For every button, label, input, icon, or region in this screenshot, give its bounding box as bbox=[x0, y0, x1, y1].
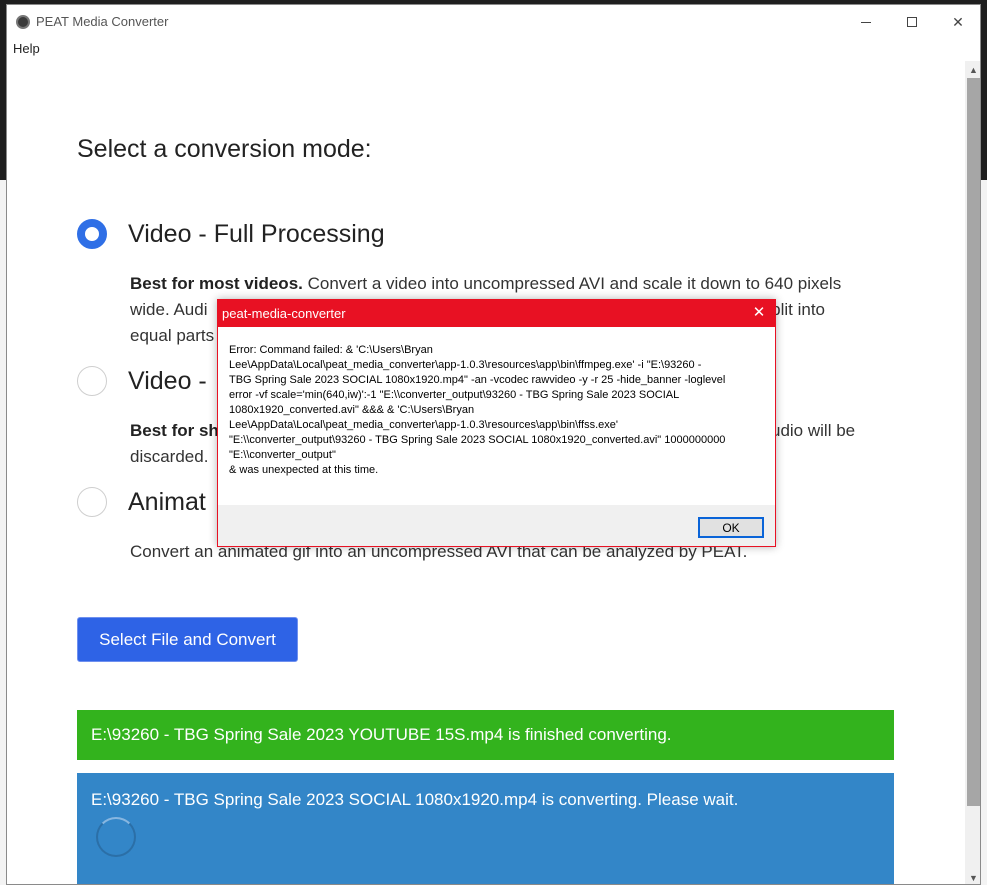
background-window-right bbox=[981, 0, 987, 885]
menu-help[interactable]: Help bbox=[13, 41, 40, 56]
minimize-icon bbox=[861, 21, 871, 23]
option-title-animated-gif[interactable]: Animat bbox=[128, 488, 206, 517]
option-desc-text: discarded. bbox=[130, 447, 209, 466]
option-desc-bold: Best for most videos. bbox=[130, 274, 303, 293]
error-message: Error: Command failed: & 'C:\Users\Bryan… bbox=[229, 344, 726, 476]
option-desc-bold: Best for sh bbox=[130, 421, 219, 440]
option-desc-text: wide. Audi bbox=[130, 300, 208, 319]
scroll-down-arrow-icon[interactable]: ▼ bbox=[965, 869, 980, 884]
radio-video-full[interactable] bbox=[77, 219, 107, 249]
ok-button[interactable]: OK bbox=[698, 517, 764, 538]
dialog-title-bar[interactable]: peat-media-converter ✕ bbox=[218, 300, 775, 327]
scroll-thumb[interactable] bbox=[967, 78, 980, 806]
page-title: Select a conversion mode: bbox=[77, 135, 372, 163]
option-desc-text: Convert a video into uncompressed AVI an… bbox=[302, 274, 842, 293]
option-title-video-simple[interactable]: Video - bbox=[128, 367, 207, 396]
radio-animated-gif[interactable] bbox=[77, 487, 107, 517]
error-dialog: peat-media-converter ✕ Error: Command fa… bbox=[217, 299, 776, 547]
status-converting-text: E:\93260 - TBG Spring Sale 2023 SOCIAL 1… bbox=[91, 790, 739, 809]
close-button[interactable]: ✕ bbox=[935, 7, 980, 37]
radio-video-simple[interactable] bbox=[77, 366, 107, 396]
status-converting: E:\93260 - TBG Spring Sale 2023 SOCIAL 1… bbox=[77, 773, 894, 884]
vertical-scrollbar[interactable]: ▲ ▼ bbox=[965, 61, 980, 884]
maximize-icon bbox=[907, 17, 917, 27]
option-desc-text: udio will be bbox=[771, 421, 856, 440]
status-finished-text: E:\93260 - TBG Spring Sale 2023 YOUTUBE … bbox=[91, 725, 672, 744]
close-icon: ✕ bbox=[952, 13, 964, 30]
menu-bar: Help bbox=[7, 37, 980, 61]
maximize-button[interactable] bbox=[889, 7, 935, 37]
minimize-button[interactable] bbox=[843, 7, 889, 37]
loading-spinner-icon bbox=[96, 817, 136, 857]
option-title-video-full[interactable]: Video - Full Processing bbox=[128, 220, 385, 249]
scroll-up-arrow-icon[interactable]: ▲ bbox=[965, 61, 980, 78]
dialog-body: Error: Command failed: & 'C:\Users\Bryan… bbox=[218, 327, 775, 505]
dialog-close-icon[interactable]: ✕ bbox=[747, 303, 771, 323]
window-title: PEAT Media Converter bbox=[36, 14, 169, 29]
title-bar[interactable]: PEAT Media Converter ✕ bbox=[7, 5, 980, 37]
select-file-convert-button[interactable]: Select File and Convert bbox=[77, 617, 298, 662]
app-logo-icon bbox=[16, 15, 30, 29]
option-desc-text: equal parts bbox=[130, 326, 215, 345]
status-finished: E:\93260 - TBG Spring Sale 2023 YOUTUBE … bbox=[77, 710, 894, 760]
app-window: PEAT Media Converter ✕ Help Select a con… bbox=[6, 4, 981, 885]
dialog-title: peat-media-converter bbox=[222, 306, 346, 321]
